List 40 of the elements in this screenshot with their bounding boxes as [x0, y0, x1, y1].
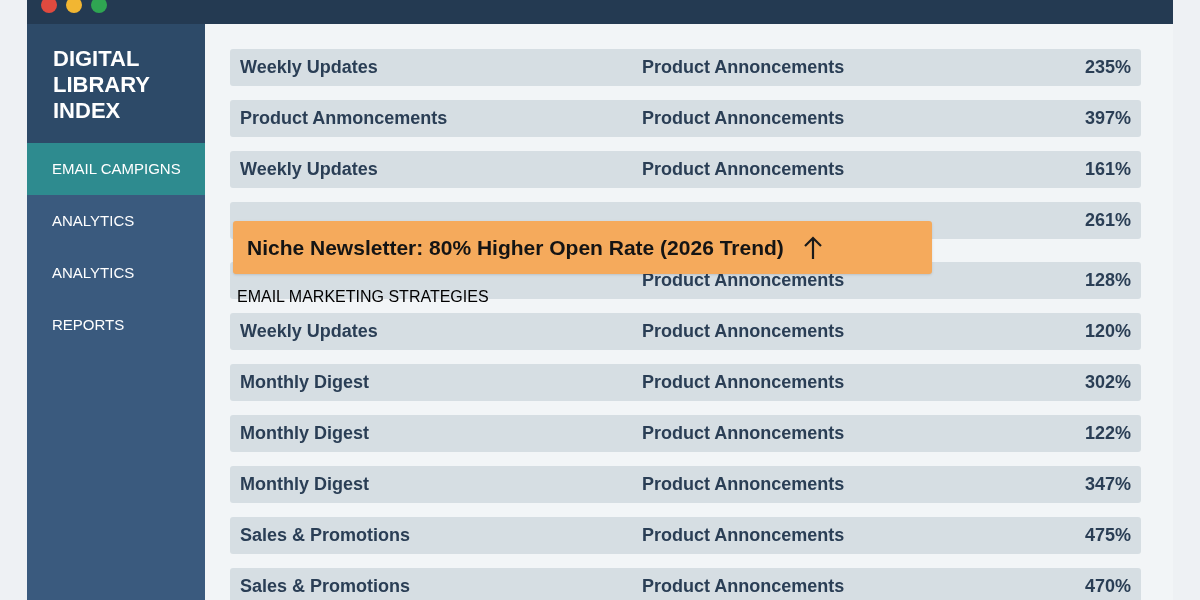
sidebar-item[interactable]: ANALYTICS: [27, 247, 205, 299]
table-cell: Product Annoncements: [642, 270, 845, 290]
table-cell: Monthly Digest: [240, 372, 369, 392]
table-cell: Weekly Updates: [240, 159, 378, 179]
table-cell: Monthly Digest: [240, 474, 369, 494]
table-cell-text: 235%: [1084, 56, 1131, 79]
table-cell-text: 397%: [1084, 107, 1131, 130]
table-cell-text: 128%: [1084, 269, 1131, 292]
table-cell: Product Annoncements: [642, 108, 845, 128]
minimize-icon[interactable]: [66, 0, 82, 13]
app-title: DIGITAL LIBRARY INDEX: [53, 46, 151, 124]
table-cell: Product Annoncements: [642, 372, 845, 392]
table-cell: Sales & Promotions: [240, 525, 411, 545]
table-cell: Product Annoncements: [642, 159, 845, 179]
banner-text: Niche Newsletter: 80% Higher Open Rate (2026 Trend): [247, 234, 784, 261]
table-cell-text: 120%: [1084, 320, 1131, 343]
table-cell: Product Annoncements: [642, 57, 845, 77]
maximize-icon[interactable]: [91, 0, 107, 13]
sidebar-item[interactable]: EMAIL CAMPIGNS: [27, 143, 205, 195]
table-cell-text: 261%: [1084, 209, 1131, 232]
table-cell: Product Annoncements: [642, 474, 845, 494]
sidebar-item[interactable]: ANALYTICS: [27, 195, 205, 247]
table-cell: Monthly Digest: [240, 423, 369, 443]
table-cell-text: 302%: [1084, 371, 1131, 394]
table-cell: Weekly Updates: [240, 57, 378, 77]
table-cell: Product Annoncements: [642, 423, 845, 443]
close-icon[interactable]: [41, 0, 57, 13]
table-cell-text: 347%: [1084, 473, 1131, 496]
table-cell: Product Annoncements: [642, 321, 845, 341]
table-cell-text: 470%: [1084, 575, 1131, 598]
table-cell: Product Anmoncements: [240, 108, 448, 128]
table-cell: Weekly Updates: [240, 321, 378, 341]
table-cell-text: 475%: [1084, 524, 1131, 547]
overlay-label: EMAIL MARKETING STRATEGIES: [237, 287, 489, 307]
table-cell: Sales & Promotions: [240, 576, 411, 596]
sidebar-item[interactable]: REPORTS: [27, 299, 205, 351]
table-cell: Product Annoncements: [642, 525, 845, 545]
table-cell-text: 122%: [1084, 422, 1131, 445]
table-cell: Product Annoncements: [642, 576, 845, 596]
table-cell-text: 161%: [1084, 158, 1131, 181]
